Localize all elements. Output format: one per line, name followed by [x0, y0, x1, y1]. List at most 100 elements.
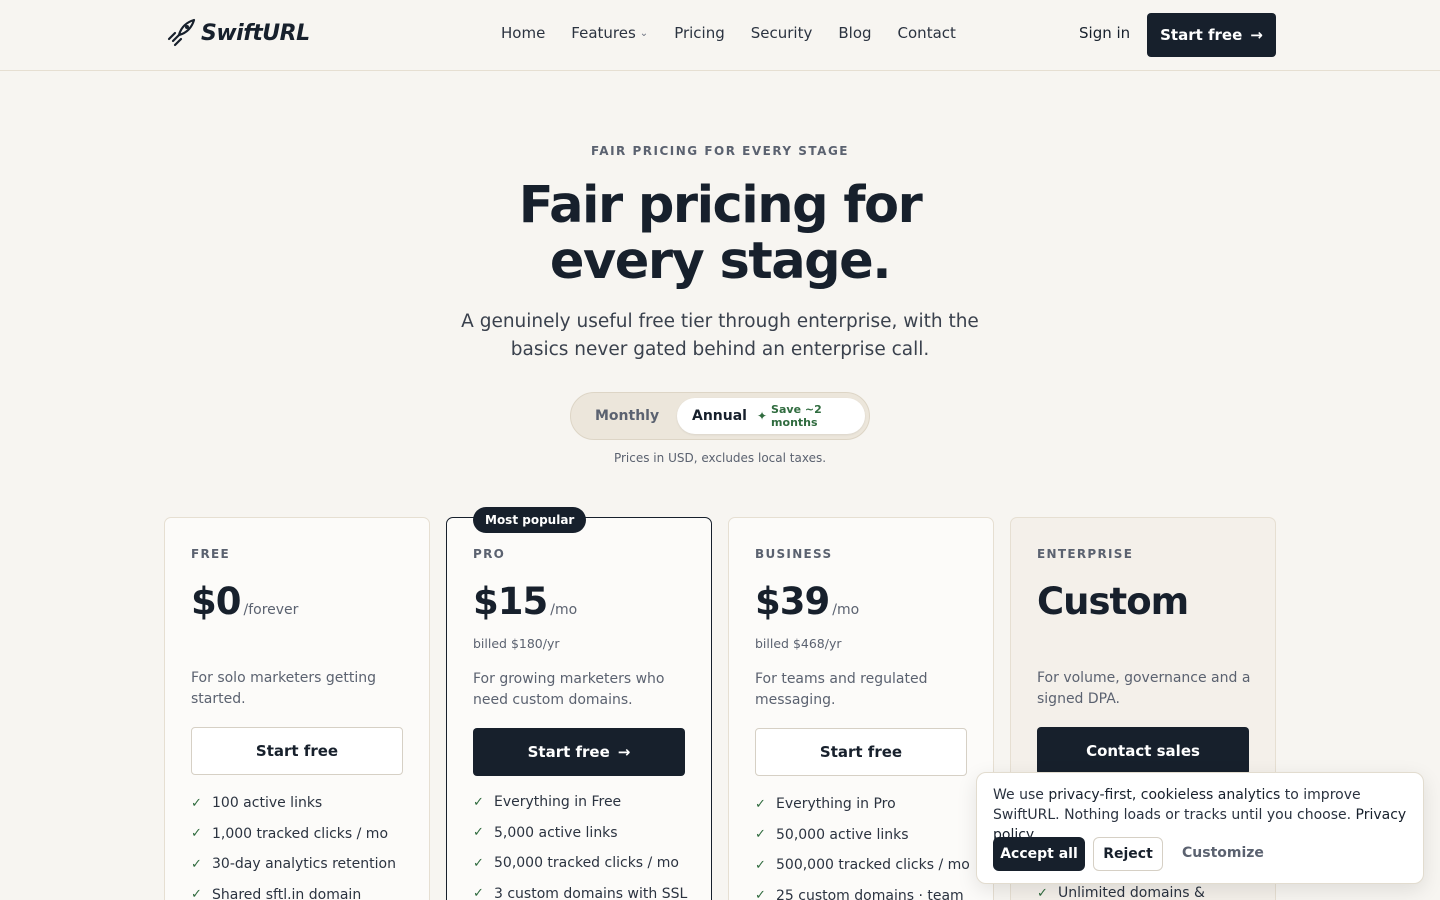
nav-link-label: Features — [571, 24, 636, 42]
plan-feature-list: ✓ Everything in Free ✓ 5,000 active links … — [473, 787, 687, 900]
plan-feature: ✓ 3 custom domains with SSL — [473, 879, 687, 900]
check-icon: ✓ — [191, 887, 202, 900]
plan-card-business: BUSINESS $39 /mo billed $468/yr For team… — [728, 517, 994, 900]
plan-period: /mo — [550, 602, 578, 618]
nav-link-label: Security — [750, 24, 813, 42]
page-title-line-2: every stage. — [549, 232, 892, 291]
billing-monthly-option[interactable]: Monthly — [595, 408, 659, 424]
sign-in-link[interactable]: Sign in — [1079, 24, 1130, 42]
plan-price-row: $15 /mo — [473, 580, 577, 623]
brand-name: SwiftURL — [201, 20, 310, 46]
plan-feature: ✓ 500,000 tracked clicks / mo — [755, 850, 970, 881]
plan-billed-annually: billed $468/yr — [755, 636, 842, 651]
plan-feature: ✓ 50,000 active links — [755, 820, 970, 851]
plan-feature-text: 30-day analytics retention — [212, 856, 396, 873]
check-icon: ✓ — [191, 856, 202, 872]
plan-feature-text: 500,000 tracked clicks / mo — [776, 857, 970, 874]
check-icon: ✓ — [755, 827, 766, 843]
check-icon: ✓ — [473, 886, 484, 900]
plan-tier: FREE — [191, 547, 231, 561]
nav-link-pricing[interactable]: Pricing — [674, 24, 725, 42]
nav-link-security[interactable]: Security — [751, 24, 813, 42]
plan-feature-text: 3 custom domains with SSL — [494, 885, 688, 900]
plan-feature-list: ✓ 100 active links ✓ 1,000 tracked clicks … — [191, 788, 396, 900]
billing-annual-option[interactable]: Annual ✦ Save ~2 months — [677, 398, 865, 434]
plan-button-label: Contact sales — [1086, 742, 1200, 760]
plan-price: $39 — [755, 580, 830, 623]
check-icon: ✓ — [473, 855, 484, 871]
hero-eyebrow: FAIR PRICING FOR EVERY STAGE — [590, 144, 849, 158]
contact-sales-button[interactable]: Contact sales — [1037, 727, 1249, 775]
nav-link-label: Home — [501, 24, 546, 42]
plan-pro-start-button[interactable]: Start free → — [473, 728, 685, 776]
plan-feature: ✓ 25 custom domains · team — [755, 881, 970, 900]
hero-subtitle-line-2: basics never gated behind an enterprise … — [510, 339, 930, 360]
plan-card-free: FREE $0 /forever For solo marketers gett… — [164, 517, 430, 900]
plan-free-start-button[interactable]: Start free — [191, 727, 403, 775]
plan-feature-text: Shared sftl.in domain — [212, 886, 362, 900]
arrow-right-icon: → — [1250, 26, 1263, 44]
arrow-right-icon: → — [617, 743, 631, 761]
plan-feature-text: 50,000 active links — [776, 826, 909, 843]
plan-button-label: Start free — [255, 742, 339, 760]
plan-price-row: Custom — [1037, 580, 1189, 623]
save-badge-label: Save ~2 months — [771, 403, 822, 429]
nav-link-features[interactable]: Features ⌄ — [571, 24, 648, 42]
save-badge: ✦ Save ~2 months — [757, 403, 865, 429]
nav-link-label: Pricing — [674, 24, 725, 42]
nav-link-home[interactable]: Home — [501, 24, 545, 42]
tax-note: Prices in USD, excludes local taxes. — [613, 451, 827, 465]
brand-logo[interactable]: SwiftURL — [165, 17, 310, 49]
check-icon: ✓ — [191, 826, 202, 842]
plan-price: $15 — [473, 580, 548, 623]
plan-feature-text: 50,000 tracked clicks / mo — [494, 855, 679, 872]
plan-description: For solo marketers getting started. — [191, 670, 377, 707]
plan-feature-list: ✓ Everything in Pro ✓ 50,000 active links … — [755, 789, 970, 900]
plan-tier: ENTERPRISE — [1037, 547, 1134, 561]
plan-tier: PRO — [473, 547, 506, 561]
plan-period: /forever — [243, 602, 299, 618]
plan-feature: ✓ 5,000 active links — [473, 818, 687, 849]
nav-link-contact[interactable]: Contact — [898, 24, 956, 42]
cookie-text-before: We use — [993, 787, 1049, 803]
plan-description: For volume, governance and a signed DPA. — [1037, 670, 1251, 707]
plan-button-label: Start free — [527, 743, 610, 761]
check-icon: ✓ — [473, 794, 484, 810]
plan-price-row: $39 /mo — [755, 580, 859, 623]
sparkle-icon: ✦ — [756, 409, 768, 423]
plan-feature: ✓ 1,000 tracked clicks / mo — [191, 819, 396, 850]
page-title: Fair pricing for every stage. — [0, 178, 1440, 290]
nav-link-label: Blog — [838, 24, 872, 42]
cookie-message: We use privacy-first, cookieless analyti… — [993, 785, 1413, 845]
top-navigation: SwiftURL Home Features ⌄ Pricing Security… — [0, 0, 1440, 71]
plan-feature: ✓ Shared sftl.in domain — [191, 880, 396, 900]
check-icon: ✓ — [755, 857, 766, 873]
plan-feature-text: Unlimited domains & — [1058, 885, 1205, 900]
plan-billed-annually: billed $180/yr — [473, 636, 560, 651]
plan-description: For teams and regulated messaging. — [755, 671, 928, 708]
check-icon: ✓ — [1037, 885, 1048, 900]
hero-subtitle-line-1: A genuinely useful free tier through ent… — [461, 311, 979, 332]
most-popular-badge: Most popular — [473, 507, 587, 533]
plan-price: Custom — [1037, 580, 1189, 623]
main-menu: Home Features ⌄ Pricing Security Blog Con… — [501, 24, 982, 42]
plan-feature: ✓ Everything in Free — [473, 787, 687, 818]
customize-button[interactable]: Customize — [1182, 845, 1264, 861]
accept-all-button[interactable]: Accept all — [993, 837, 1085, 871]
reject-button[interactable]: Reject — [1093, 837, 1163, 871]
plan-business-start-button[interactable]: Start free — [755, 728, 967, 776]
start-free-button[interactable]: Start free → — [1147, 13, 1276, 57]
plan-feature: ✓ 30-day analytics retention — [191, 849, 396, 880]
billing-annual-label: Annual — [692, 408, 747, 424]
cookie-text-emphasis: privacy-first, cookieless analytics — [1048, 787, 1281, 803]
check-icon: ✓ — [755, 796, 766, 812]
check-icon: ✓ — [755, 888, 766, 900]
nav-link-blog[interactable]: Blog — [838, 24, 871, 42]
plan-feature-text: 1,000 tracked clicks / mo — [212, 825, 389, 842]
plan-feature: ✓ 50,000 tracked clicks / mo — [473, 848, 687, 879]
plan-feature-text: Everything in Free — [494, 794, 622, 811]
plan-feature: ✓ 100 active links — [191, 788, 396, 819]
plan-price: $0 — [191, 580, 241, 623]
plan-card-pro: Most popular PRO $15 /mo billed $180/yr … — [446, 507, 712, 900]
plan-feature-text: 25 custom domains · team — [776, 887, 964, 900]
